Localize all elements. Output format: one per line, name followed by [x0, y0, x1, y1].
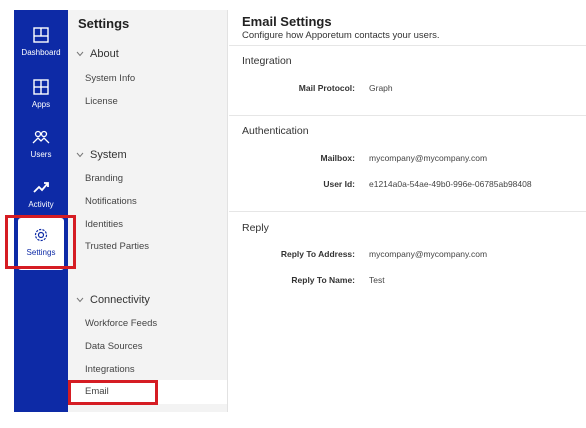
nav-item-notifications[interactable]: Notifications — [85, 196, 137, 207]
nav-item-identities[interactable]: Identities — [85, 219, 123, 230]
dashboard-icon — [30, 24, 52, 46]
section-integration: Integration Mail Protocol: Graph — [229, 46, 586, 116]
rail-item-activity[interactable]: Activity — [14, 170, 68, 220]
nav-item-license[interactable]: License — [85, 96, 118, 107]
chevron-down-icon — [76, 152, 84, 158]
rail-label: Users — [30, 150, 52, 159]
settings-highlight-box — [5, 215, 76, 269]
section-label: Connectivity — [90, 294, 150, 306]
rail-label: Dashboard — [21, 48, 61, 57]
section-authentication: Authentication Mailbox: mycompany@mycomp… — [229, 116, 586, 212]
section-title: Reply — [242, 222, 269, 234]
apps-icon — [30, 76, 52, 98]
section-about[interactable]: About — [76, 48, 119, 60]
app-rail: Dashboard Apps Users Activity Settings — [14, 10, 68, 412]
section-title: Integration — [242, 55, 292, 67]
section-title: Authentication — [242, 125, 309, 137]
rail-label: Activity — [28, 200, 54, 209]
page-header: Email Settings Configure how Apporetum c… — [229, 10, 586, 46]
field-label-reply-to-name: Reply To Name: — [291, 275, 355, 285]
chevron-down-icon — [76, 51, 84, 57]
section-system[interactable]: System — [76, 149, 127, 161]
field-value-user-id: e1214a0a-54ae-49b0-996e-06785ab98408 — [369, 179, 532, 189]
rail-item-dashboard[interactable]: Dashboard — [14, 18, 68, 68]
rail-label: Apps — [31, 100, 51, 109]
activity-icon — [30, 176, 52, 198]
field-value-reply-to-name: Test — [369, 275, 385, 285]
field-value-reply-to-address: mycompany@mycompany.com — [369, 249, 488, 259]
chevron-down-icon — [76, 297, 84, 303]
nav-item-integrations[interactable]: Integrations — [85, 364, 135, 375]
page-title: Email Settings — [242, 14, 332, 29]
nav-title: Settings — [78, 16, 130, 31]
rail-item-apps[interactable]: Apps — [14, 70, 68, 120]
nav-item-workforce-feeds[interactable]: Workforce Feeds — [85, 318, 157, 329]
page-subtitle: Configure how Apporetum contacts your us… — [242, 30, 440, 41]
section-label: About — [90, 48, 119, 60]
settings-nav: Settings About System Info License Syste… — [68, 10, 228, 412]
rail-item-users[interactable]: Users — [14, 120, 68, 170]
field-label-reply-to-address: Reply To Address: — [280, 249, 355, 259]
field-label-user-id: User Id: — [323, 179, 355, 189]
users-icon — [30, 126, 52, 148]
nav-item-system-info[interactable]: System Info — [85, 73, 135, 84]
section-connectivity[interactable]: Connectivity — [76, 294, 150, 306]
nav-item-data-sources[interactable]: Data Sources — [85, 341, 143, 352]
email-settings-panel: Email Settings Configure how Apporetum c… — [229, 10, 586, 412]
nav-item-branding[interactable]: Branding — [85, 173, 123, 184]
email-highlight-box — [68, 380, 158, 405]
field-label-mailbox: Mailbox: — [320, 153, 355, 163]
field-label-mail-protocol: Mail Protocol: — [298, 83, 355, 93]
field-value-mail-protocol: Graph — [369, 83, 393, 93]
nav-item-trusted-parties[interactable]: Trusted Parties — [85, 241, 149, 252]
section-label: System — [90, 149, 127, 161]
section-reply: Reply Reply To Address: mycompany@mycomp… — [229, 212, 586, 302]
field-value-mailbox: mycompany@mycompany.com — [369, 153, 488, 163]
